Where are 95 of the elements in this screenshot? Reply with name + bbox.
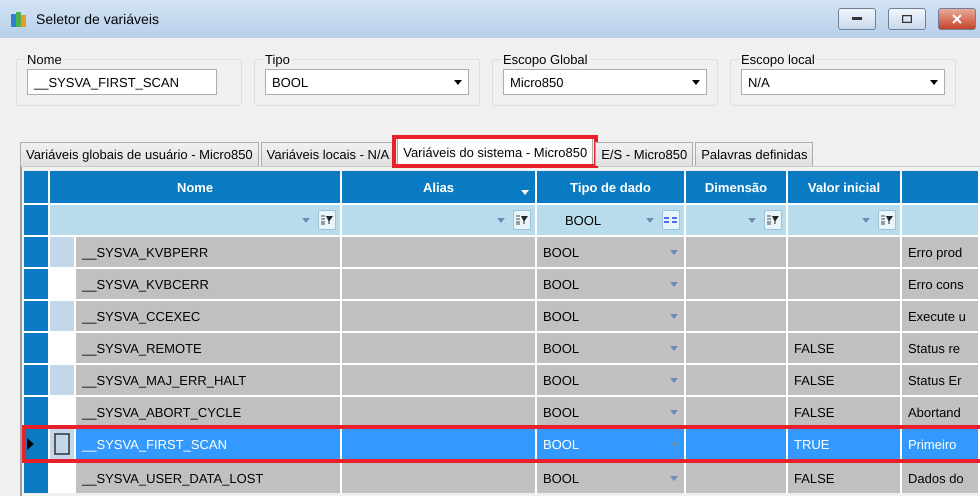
dropdown-field[interactable]: Micro850 — [503, 69, 707, 95]
type-cell: BOOL — [537, 463, 684, 493]
dropdown-arrow-icon[interactable] — [670, 250, 678, 254]
initial-value-cell: FALSE — [788, 333, 900, 363]
dropdown-arrow-icon[interactable] — [748, 218, 756, 222]
column-header[interactable]: Nome — [50, 171, 340, 203]
type-cell: BOOL — [537, 269, 684, 299]
description-cell: Erro prod — [902, 237, 978, 267]
checkbox-icon — [54, 433, 70, 455]
sort-menu-icon[interactable] — [521, 190, 529, 195]
dropdown-field[interactable]: BOOL — [265, 69, 469, 95]
description-cell: Status re — [902, 333, 978, 363]
dropdown-arrow-icon[interactable] — [670, 410, 678, 414]
type-cell: BOOL — [537, 365, 684, 395]
type-cell: BOOL — [537, 301, 684, 331]
name-cell: __SYSVA_FIRST_SCAN — [76, 429, 340, 459]
group-label: Tipo — [264, 52, 291, 67]
dropdown-arrow-icon[interactable] — [302, 218, 310, 222]
caret-icon[interactable] — [930, 80, 938, 84]
dropdown-arrow-icon[interactable] — [670, 378, 678, 382]
maximize-button[interactable] — [888, 8, 926, 30]
minimize-icon — [852, 17, 862, 21]
row-header — [24, 205, 48, 235]
filter-button[interactable] — [513, 210, 531, 230]
dropdown-arrow-icon[interactable] — [862, 218, 870, 222]
filter-cell[interactable] — [342, 205, 535, 235]
initial-value-cell: TRUE — [788, 429, 900, 459]
group-label: Nome — [26, 52, 63, 67]
dropdown-arrow-icon[interactable] — [497, 218, 505, 222]
filter-button[interactable] — [662, 210, 680, 230]
filter-icon — [516, 215, 528, 225]
column-header[interactable]: Tipo de dado — [537, 171, 684, 203]
filter-icon — [767, 215, 779, 225]
tab[interactable]: E/S - Micro850 — [595, 142, 694, 166]
description-cell: Execute u — [902, 301, 978, 331]
filter-icon — [881, 215, 893, 225]
name-cell: __SYSVA_MAJ_ERR_HALT — [76, 365, 340, 395]
dropdown-arrow-icon[interactable] — [670, 314, 678, 318]
filter-cell[interactable] — [788, 205, 900, 235]
close-icon — [952, 14, 962, 24]
type-cell: BOOL — [537, 429, 684, 459]
row-marker[interactable] — [50, 365, 74, 395]
filter-cell[interactable] — [50, 205, 340, 235]
tab[interactable]: Variáveis globais de usuário - Micro850 — [20, 142, 259, 166]
filter-button[interactable] — [878, 210, 896, 230]
row-marker[interactable] — [50, 301, 74, 331]
type-cell: BOOL — [537, 397, 684, 427]
books-icon — [10, 10, 28, 28]
filter-cell[interactable]: BOOL — [537, 205, 684, 235]
corner-header — [24, 171, 48, 203]
filter-button[interactable] — [318, 210, 336, 230]
type-cell: BOOL — [537, 333, 684, 363]
type-cell: BOOL — [537, 237, 684, 267]
name-cell: __SYSVA_ABORT_CYCLE — [76, 397, 340, 427]
dropdown-arrow-icon[interactable] — [646, 218, 654, 222]
name-cell: __SYSVA_USER_DATA_LOST — [76, 463, 340, 493]
name-field[interactable]: __SYSVA_FIRST_SCAN — [27, 69, 217, 95]
current-row-icon — [27, 438, 34, 450]
filter-value: BOOL — [565, 212, 602, 228]
tab[interactable]: Palavras definidas — [695, 142, 814, 166]
initial-value-cell: FALSE — [788, 397, 900, 427]
window-title: Seletor de variáveis — [36, 11, 160, 27]
dropdown-arrow-icon[interactable] — [670, 282, 678, 286]
description-cell: Status Er — [902, 365, 978, 395]
dropdown-arrow-icon[interactable] — [670, 346, 678, 350]
filter-icon — [321, 215, 333, 225]
initial-value-cell: FALSE — [788, 463, 900, 493]
name-cell: __SYSVA_CCEXEC — [76, 301, 340, 331]
minimize-button[interactable] — [838, 8, 876, 30]
group-label: Escopo Global — [502, 52, 589, 67]
name-cell: __SYSVA_REMOTE — [76, 333, 340, 363]
description-cell: Erro cons — [902, 269, 978, 299]
caret-icon[interactable] — [454, 80, 462, 84]
caret-icon[interactable] — [692, 80, 700, 84]
initial-value-cell: FALSE — [788, 365, 900, 395]
description-cell: Primeiro — [902, 429, 978, 459]
description-cell: Dados do — [902, 463, 978, 493]
name-cell: __SYSVA_KVBPERR — [76, 237, 340, 267]
filter-button[interactable] — [764, 210, 782, 230]
group-label: Escopo local — [740, 52, 816, 67]
row-header[interactable] — [24, 429, 48, 459]
dropdown-arrow-icon[interactable] — [670, 442, 678, 446]
close-button[interactable] — [938, 8, 976, 30]
name-cell: __SYSVA_KVBCERR — [76, 269, 340, 299]
dropdown-arrow-icon[interactable] — [670, 476, 678, 480]
column-header[interactable]: Valor inicial — [788, 171, 900, 203]
filter-cell[interactable] — [686, 205, 786, 235]
column-header[interactable]: Alias — [342, 171, 535, 203]
maximize-icon — [902, 15, 912, 23]
column-header[interactable]: Dimensão — [686, 171, 786, 203]
description-cell: Abortand — [902, 397, 978, 427]
row-marker[interactable] — [50, 429, 74, 459]
equals-icon — [664, 217, 678, 223]
row-marker[interactable] — [50, 237, 74, 267]
dropdown-field[interactable]: N/A — [741, 69, 945, 95]
